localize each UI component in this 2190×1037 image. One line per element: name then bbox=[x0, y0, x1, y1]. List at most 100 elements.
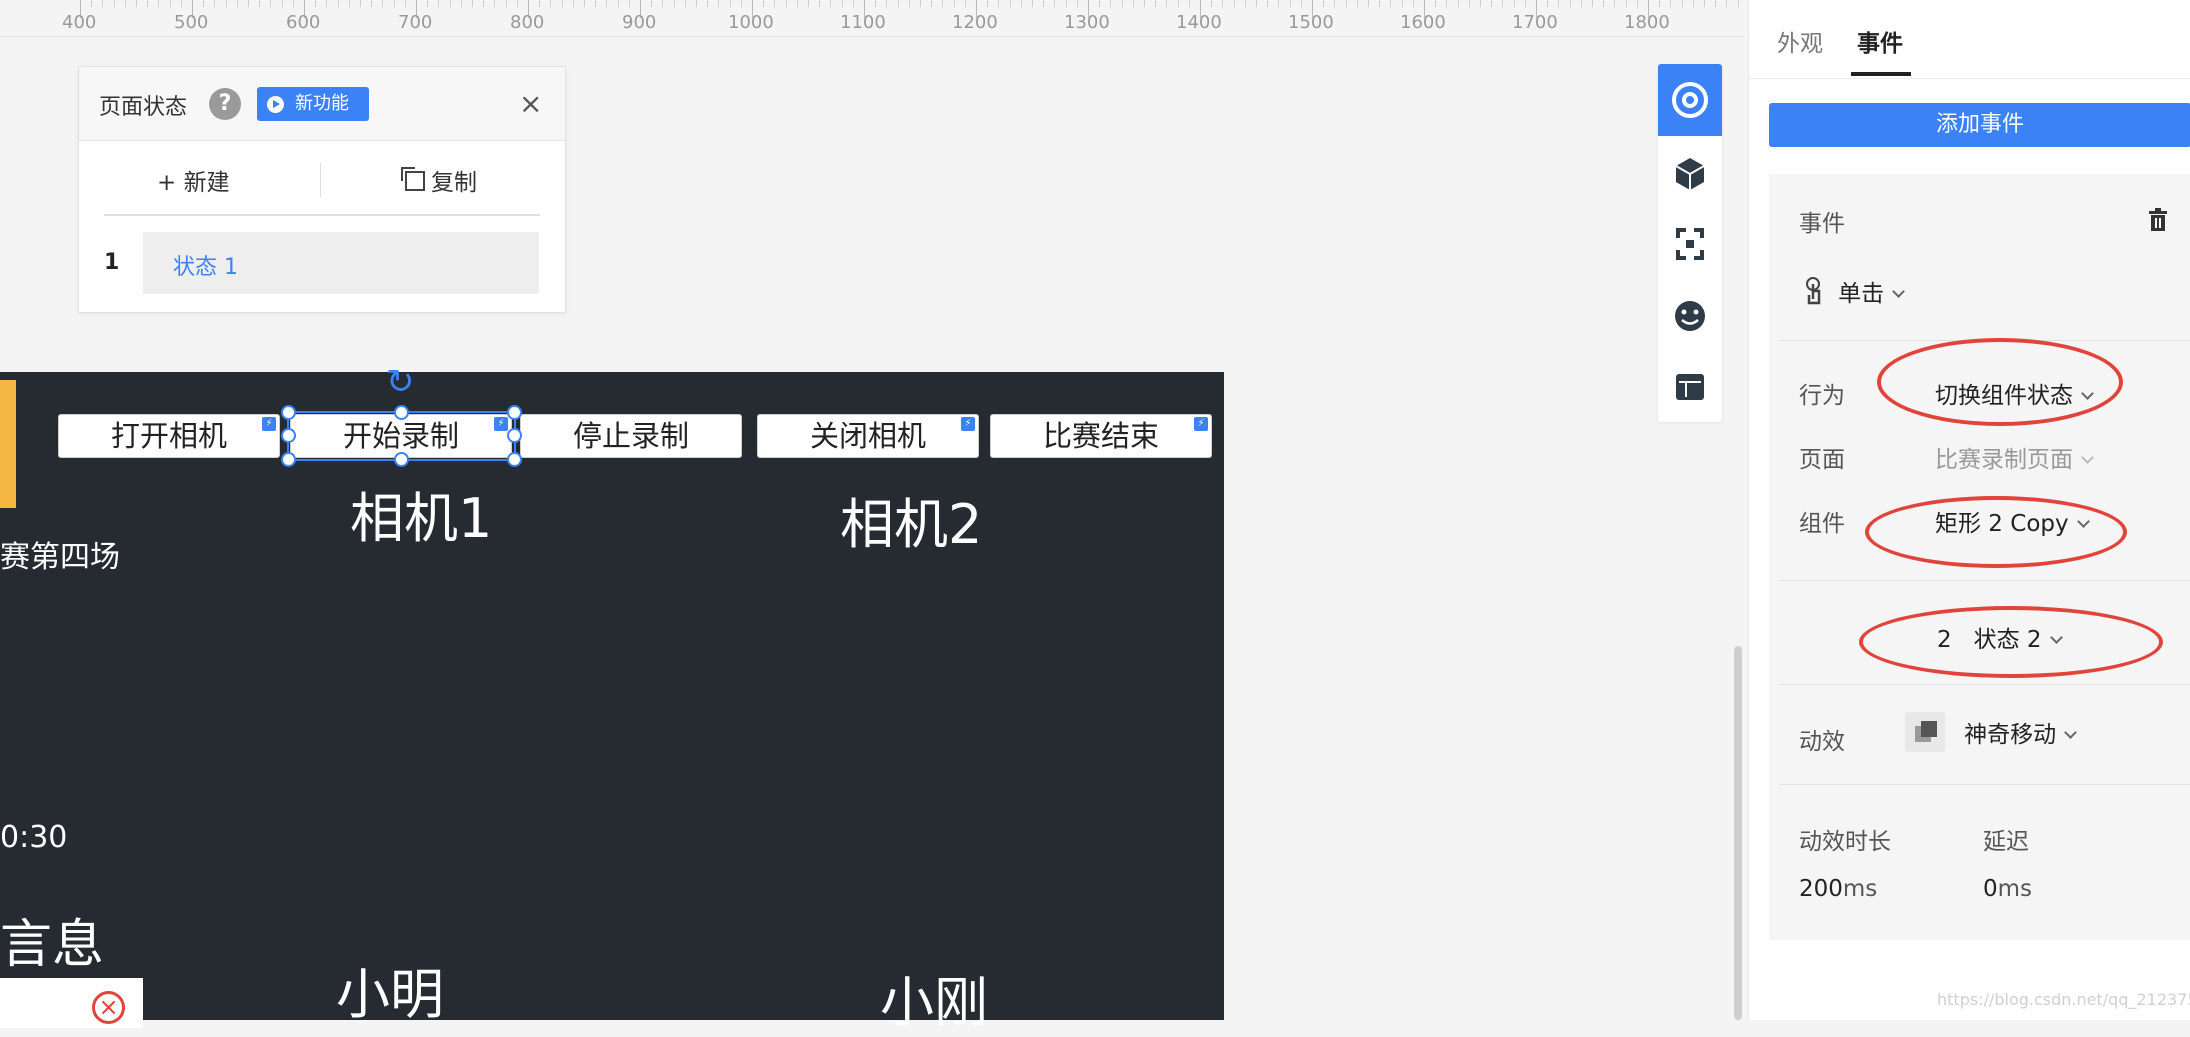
highlight-bar[interactable] bbox=[0, 380, 16, 508]
magic-move-icon bbox=[1905, 712, 1945, 752]
divider bbox=[1779, 784, 2190, 785]
ruler-minor-tick bbox=[1491, 0, 1493, 7]
resize-handle[interactable] bbox=[507, 452, 522, 467]
divider bbox=[320, 163, 321, 197]
ruler-minor-tick bbox=[763, 0, 765, 7]
ruler-tick-label: 1500 bbox=[1288, 12, 1334, 33]
ruler-minor-tick bbox=[1468, 0, 1470, 7]
duration-input[interactable]: 200ms bbox=[1799, 876, 1877, 902]
delay-value: 0 bbox=[1983, 876, 1998, 902]
ruler-minor-tick bbox=[214, 0, 216, 7]
ruler-minor-tick bbox=[494, 0, 496, 7]
close-camera-button[interactable]: 关闭相机 ⚡ bbox=[757, 414, 979, 458]
copy-state-button[interactable]: 复制 bbox=[401, 163, 477, 197]
ruler-minor-tick bbox=[1737, 0, 1739, 7]
ruler-minor-tick bbox=[449, 0, 451, 7]
ruler-minor-tick bbox=[1289, 0, 1291, 7]
ruler-minor-tick bbox=[1513, 0, 1515, 7]
ruler-minor-tick bbox=[830, 0, 832, 7]
resize-handle[interactable] bbox=[281, 452, 296, 467]
design-canvas[interactable] bbox=[0, 372, 1224, 1020]
ruler-minor-tick bbox=[1300, 0, 1302, 7]
ruler-tick-label: 900 bbox=[622, 12, 657, 33]
trigger-dropdown[interactable]: 单击 bbox=[1803, 274, 1905, 308]
target-tool[interactable] bbox=[1658, 64, 1722, 136]
trash-icon[interactable] bbox=[2147, 208, 2169, 232]
vertical-scrollbar[interactable] bbox=[1734, 646, 1742, 1020]
ruler-minor-tick bbox=[673, 0, 675, 7]
resize-handle[interactable] bbox=[281, 405, 296, 420]
copy-icon bbox=[401, 167, 425, 191]
resize-handle[interactable] bbox=[394, 452, 409, 467]
close-icon[interactable]: × bbox=[519, 87, 542, 120]
page-label: 页面 bbox=[1799, 447, 1845, 473]
resize-handle[interactable] bbox=[394, 405, 409, 420]
ruler-minor-tick bbox=[1099, 0, 1101, 7]
ruler-minor-tick bbox=[1614, 0, 1616, 7]
ruler-minor-tick bbox=[1054, 0, 1056, 7]
ruler-minor-tick bbox=[1480, 0, 1481, 7]
ruler-tick-label: 700 bbox=[398, 12, 433, 33]
stop-recording-button[interactable]: 停止录制 bbox=[520, 414, 742, 458]
ruler-tick-label: 800 bbox=[510, 12, 545, 33]
info-heading: 言息 bbox=[0, 915, 105, 975]
selection-box[interactable] bbox=[281, 405, 522, 467]
watermark-text: https://blog.csdn.net/qq_21237549 bbox=[1937, 990, 2190, 1009]
ruler-minor-tick bbox=[102, 0, 104, 7]
tool-strip bbox=[1658, 64, 1722, 422]
ruler-minor-tick bbox=[1502, 0, 1504, 7]
ruler-minor-tick bbox=[136, 0, 137, 7]
tap-icon bbox=[1806, 277, 1821, 305]
ruler-minor-tick bbox=[1356, 0, 1358, 7]
ruler-minor-tick bbox=[326, 0, 328, 7]
ruler-minor-tick bbox=[315, 0, 317, 7]
ruler-minor-tick bbox=[584, 0, 585, 7]
remove-icon[interactable]: × bbox=[92, 991, 125, 1024]
ruler-minor-tick bbox=[920, 0, 921, 7]
player1-name: 小明 bbox=[336, 963, 444, 1026]
ruler-minor-tick bbox=[539, 0, 541, 7]
match-end-button[interactable]: 比赛结束 ⚡ bbox=[990, 414, 1212, 458]
add-event-button[interactable]: 添加事件 bbox=[1769, 103, 2190, 147]
state-row-index: 1 bbox=[104, 250, 120, 275]
ruler-minor-tick bbox=[953, 0, 955, 7]
ruler-minor-tick bbox=[1457, 0, 1459, 7]
new-state-button[interactable]: + 新建 bbox=[157, 163, 230, 197]
state-list-item[interactable]: 状态 1 bbox=[143, 232, 539, 294]
tab-appearance[interactable]: 外观 bbox=[1777, 24, 1823, 58]
ruler-minor-tick bbox=[628, 0, 630, 7]
ruler-minor-tick bbox=[808, 0, 809, 7]
tab-event[interactable]: 事件 bbox=[1857, 24, 1903, 58]
new-feature-button[interactable]: 新功能 bbox=[257, 87, 369, 121]
component-tool[interactable] bbox=[1658, 136, 1722, 208]
resize-handle[interactable] bbox=[507, 428, 522, 443]
ruler-minor-tick bbox=[483, 0, 485, 7]
ruler-minor-tick bbox=[1435, 0, 1437, 7]
resize-handle[interactable] bbox=[507, 405, 522, 420]
status-panel-title: 页面状态 bbox=[99, 95, 188, 120]
scan-tool[interactable] bbox=[1658, 208, 1722, 280]
ruler-minor-tick bbox=[964, 0, 966, 7]
ruler-minor-tick bbox=[1256, 0, 1257, 7]
copy-label: 复制 bbox=[431, 170, 477, 196]
divider bbox=[1779, 580, 2190, 581]
ruler-minor-tick bbox=[348, 0, 350, 7]
effect-dropdown[interactable]: 神奇移动 bbox=[1905, 712, 2077, 752]
target-icon bbox=[1672, 82, 1708, 118]
layout-tool[interactable] bbox=[1658, 352, 1722, 424]
delay-input[interactable]: 0ms bbox=[1983, 876, 2032, 902]
ruler-minor-tick bbox=[169, 0, 171, 7]
ruler-minor-tick bbox=[662, 0, 664, 7]
ruler-minor-tick bbox=[1681, 0, 1683, 7]
resize-handle[interactable] bbox=[281, 428, 296, 443]
effect-value: 神奇移动 bbox=[1964, 722, 2057, 748]
open-camera-button[interactable]: 打开相机 ⚡ bbox=[58, 414, 280, 458]
ruler-minor-tick bbox=[651, 0, 653, 7]
help-icon[interactable]: ? bbox=[209, 88, 241, 120]
page-dropdown[interactable]: 比赛录制页面 bbox=[1935, 440, 2094, 474]
ruler-minor-tick bbox=[1065, 0, 1067, 7]
emoji-tool[interactable] bbox=[1658, 280, 1722, 352]
divider bbox=[104, 214, 540, 216]
rotate-icon[interactable]: ↻ bbox=[386, 362, 415, 402]
active-tab-indicator bbox=[1851, 72, 1911, 76]
